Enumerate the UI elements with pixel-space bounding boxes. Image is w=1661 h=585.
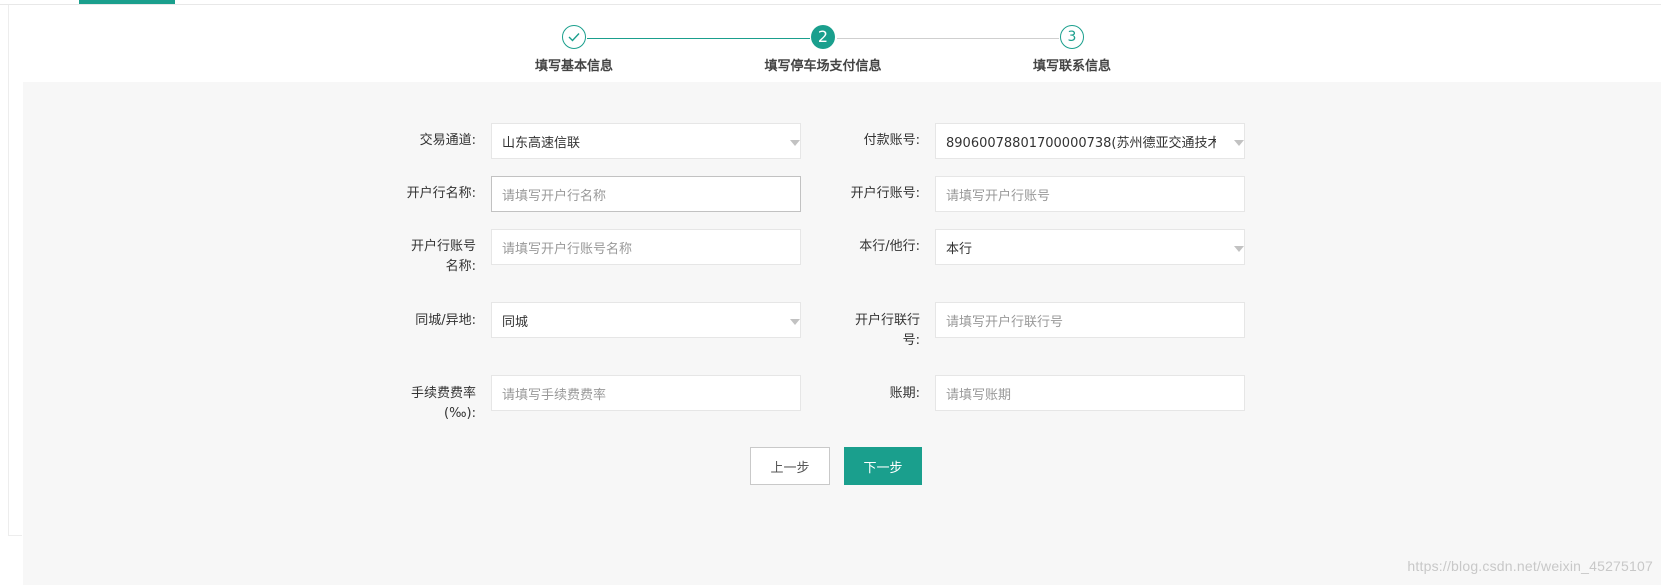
bank-account-name-label: 开户行账号 名称:: [380, 237, 476, 277]
bank-name-placeholder: 请填写开户行名称: [502, 188, 607, 204]
same-city-label: 同城/异地:: [415, 313, 476, 328]
card-border: [8, 5, 9, 535]
same-bank-label: 本行/他行:: [859, 239, 920, 254]
step-basic-info: 填写基本信息: [504, 25, 644, 74]
label-line: 号:: [902, 333, 920, 348]
bank-name-input[interactable]: 请填写开户行名称: [491, 176, 801, 212]
caret-down-icon: [1234, 246, 1244, 252]
step-progress: 填写基本信息 2 填写停车场支付信息 3 填写联系信息: [0, 0, 1661, 82]
pay-account-select[interactable]: 8906007880170000073​8(苏州德亚交通技术: [935, 123, 1245, 159]
fee-rate-input[interactable]: 请填写手续费费率: [491, 375, 801, 411]
caret-down-icon: [790, 319, 800, 325]
label-line: 手续费费率: [410, 386, 476, 401]
label-line: (‰):: [444, 406, 476, 421]
bank-account-name-placeholder: 请填写开户行账号名称: [502, 241, 633, 257]
bank-name-label: 开户行名称:: [406, 186, 476, 201]
next-step-button[interactable]: 下一步: [844, 447, 922, 485]
same-city-select[interactable]: 同城: [491, 302, 801, 338]
step-number: 2: [811, 25, 835, 49]
account-period-placeholder: 请填写账期: [946, 387, 1012, 403]
bank-account-placeholder: 请填写开户行账号: [946, 188, 1051, 204]
same-city-value: 同城: [502, 314, 529, 330]
prev-step-button[interactable]: 上一步: [750, 447, 830, 485]
pay-account-value: 8906007880170000073​8(苏州德亚交通技术: [946, 135, 1216, 151]
caret-down-icon: [790, 140, 800, 146]
label-line: 开户行账号: [410, 239, 476, 254]
bank-union-no-label: 开户行联行 号:: [824, 311, 920, 351]
caret-down-icon: [1234, 140, 1244, 146]
bank-union-no-placeholder: 请填写开户行联行号: [946, 314, 1064, 330]
step-label: 填写停车场支付信息: [764, 59, 882, 74]
label-line: 开户行联行: [854, 313, 920, 328]
trade-channel-label: 交易通道:: [419, 133, 476, 148]
account-period-input[interactable]: 请填写账期: [935, 375, 1245, 411]
same-bank-value: 本行: [946, 241, 973, 257]
step-parking-payment-info: 2 填写停车场支付信息: [753, 25, 893, 74]
pay-account-label: 付款账号:: [863, 133, 920, 148]
bank-union-no-input[interactable]: 请填写开户行联行号: [935, 302, 1245, 338]
step-label: 填写联系信息: [1032, 59, 1111, 74]
trade-channel-select[interactable]: 山东高速信联: [491, 123, 801, 159]
same-bank-select[interactable]: 本行: [935, 229, 1245, 265]
bank-account-input[interactable]: 请填写开户行账号: [935, 176, 1245, 212]
watermark: https://blog.csdn.net/weixin_45275107: [1407, 558, 1653, 574]
bank-account-label: 开户行账号:: [850, 186, 920, 201]
account-period-label: 账期:: [889, 386, 920, 401]
card-border-bottom: [8, 535, 22, 536]
step-number: 3: [1060, 25, 1084, 49]
check-icon: [562, 25, 586, 49]
step-label: 填写基本信息: [534, 59, 613, 74]
bank-account-name-input[interactable]: 请填写开户行账号名称: [491, 229, 801, 265]
label-line: 名称:: [445, 259, 476, 274]
step-contact-info: 3 填写联系信息: [1002, 25, 1142, 74]
fee-rate-label: 手续费费率 (‰):: [380, 384, 476, 424]
fee-rate-placeholder: 请填写手续费费率: [502, 387, 607, 403]
trade-channel-value: 山东高速信联: [502, 135, 581, 151]
